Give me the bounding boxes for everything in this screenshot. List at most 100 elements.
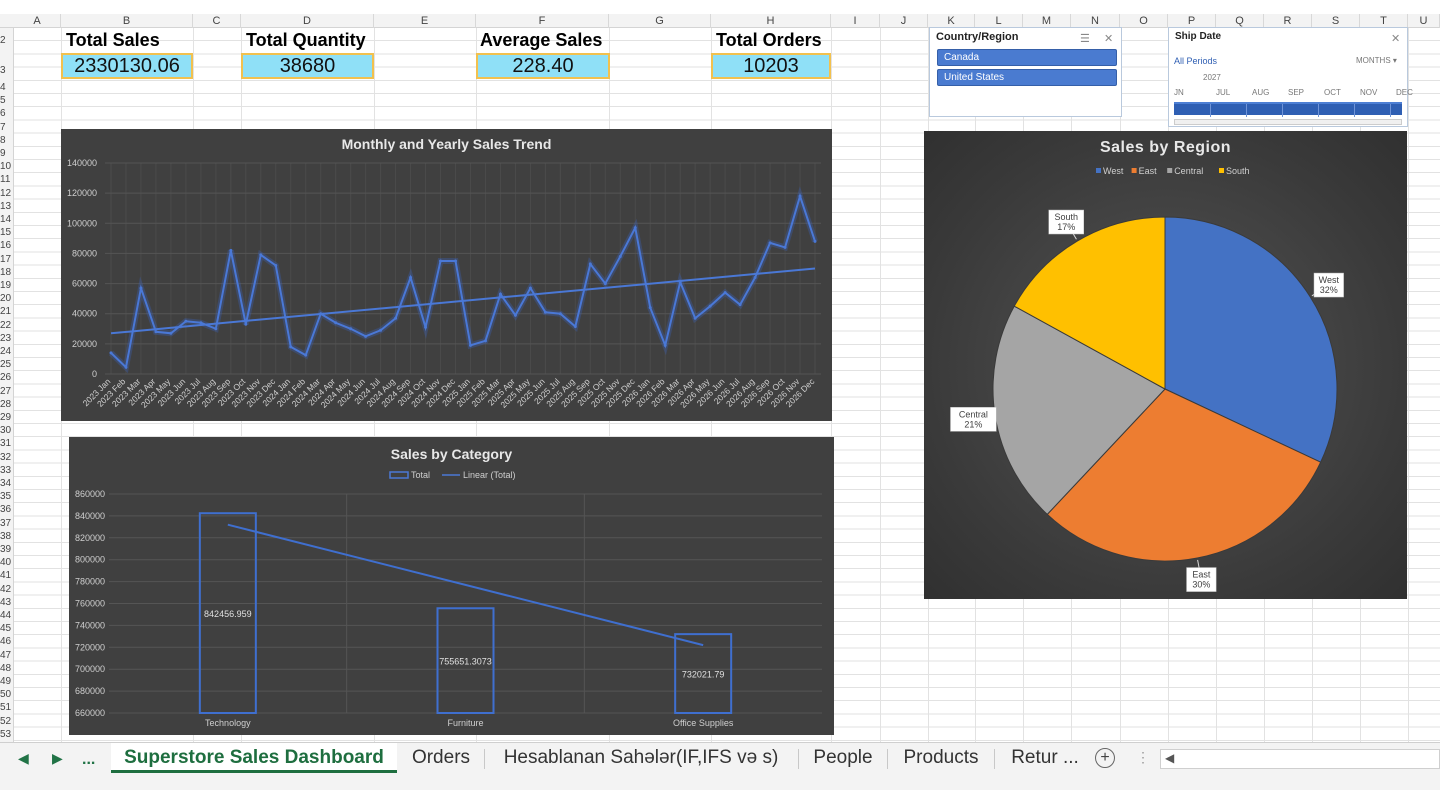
column-letter[interactable]: D bbox=[241, 14, 374, 28]
data-point[interactable] bbox=[364, 334, 368, 338]
row-number[interactable]: 33 bbox=[0, 465, 13, 476]
column-letter[interactable]: B bbox=[61, 14, 193, 28]
data-point[interactable] bbox=[693, 316, 697, 320]
row-number[interactable]: 46 bbox=[0, 636, 13, 647]
clear-filter-icon[interactable]: ✕ bbox=[1104, 32, 1113, 45]
row-number[interactable]: 53 bbox=[0, 729, 13, 740]
column-letter[interactable]: A bbox=[14, 14, 61, 28]
data-point[interactable] bbox=[109, 351, 113, 355]
data-point[interactable] bbox=[349, 327, 353, 331]
row-number[interactable]: 27 bbox=[0, 386, 13, 397]
more-sheets-button[interactable]: ... bbox=[82, 751, 95, 769]
column-letter[interactable]: J bbox=[880, 14, 928, 28]
row-number[interactable]: 3 bbox=[0, 65, 13, 76]
column-letter[interactable]: L bbox=[975, 14, 1023, 28]
data-point[interactable] bbox=[139, 286, 143, 290]
row-number[interactable]: 11 bbox=[0, 174, 13, 185]
tab-splitter-icon[interactable]: ⋮ bbox=[1136, 749, 1150, 766]
data-point[interactable] bbox=[573, 325, 577, 329]
row-number[interactable]: 39 bbox=[0, 544, 13, 555]
tab-products[interactable]: Products bbox=[895, 743, 987, 773]
row-number[interactable]: 18 bbox=[0, 267, 13, 278]
data-point[interactable] bbox=[738, 303, 742, 307]
trendline[interactable] bbox=[227, 523, 704, 647]
column-letter[interactable]: H bbox=[711, 14, 831, 28]
column-letter[interactable]: M bbox=[1023, 14, 1071, 28]
row-number[interactable]: 15 bbox=[0, 227, 13, 238]
row-number[interactable]: 17 bbox=[0, 254, 13, 265]
clear-filter-icon[interactable]: ✕ bbox=[1391, 32, 1400, 45]
row-number[interactable]: 52 bbox=[0, 716, 13, 727]
column-letter[interactable]: P bbox=[1168, 14, 1216, 28]
row-number[interactable]: 6 bbox=[0, 108, 13, 119]
column-letter[interactable]: N bbox=[1071, 14, 1120, 28]
data-point[interactable] bbox=[199, 321, 203, 325]
row-number[interactable]: 19 bbox=[0, 280, 13, 291]
scroll-left-icon[interactable]: ◀ bbox=[1165, 751, 1174, 765]
data-point[interactable] bbox=[289, 345, 293, 349]
data-point[interactable] bbox=[528, 286, 532, 290]
data-point[interactable] bbox=[603, 282, 607, 286]
data-point[interactable] bbox=[184, 319, 188, 323]
row-number[interactable]: 40 bbox=[0, 557, 13, 568]
row-number[interactable]: 7 bbox=[0, 122, 13, 133]
data-point[interactable] bbox=[409, 276, 413, 280]
tab-people[interactable]: People bbox=[806, 743, 880, 773]
data-point[interactable] bbox=[618, 254, 622, 258]
kpi-total-sales-value[interactable]: 2330130.06 bbox=[61, 53, 193, 79]
data-point[interactable] bbox=[259, 253, 263, 257]
row-number[interactable]: 26 bbox=[0, 372, 13, 383]
horizontal-scrollbar[interactable]: ◀ bbox=[1160, 749, 1440, 769]
row-number[interactable]: 51 bbox=[0, 702, 13, 713]
data-point[interactable] bbox=[439, 259, 443, 263]
prev-sheet-icon[interactable]: ◀ bbox=[18, 750, 29, 767]
row-number[interactable]: 36 bbox=[0, 504, 13, 515]
kpi-total-orders-value[interactable]: 10203 bbox=[711, 53, 831, 79]
row-number[interactable]: 41 bbox=[0, 570, 13, 581]
column-letter[interactable]: S bbox=[1312, 14, 1360, 28]
data-point[interactable] bbox=[394, 316, 398, 320]
column-letter[interactable]: C bbox=[193, 14, 241, 28]
column-letter[interactable]: F bbox=[476, 14, 609, 28]
data-point[interactable] bbox=[558, 312, 562, 316]
row-number[interactable]: 30 bbox=[0, 425, 13, 436]
timeline-bar[interactable] bbox=[1174, 102, 1402, 117]
row-number[interactable]: 22 bbox=[0, 320, 13, 331]
data-point[interactable] bbox=[483, 339, 487, 343]
row-number[interactable]: 8 bbox=[0, 135, 13, 146]
data-point[interactable] bbox=[768, 241, 772, 245]
data-point[interactable] bbox=[723, 291, 727, 295]
row-number[interactable]: 9 bbox=[0, 148, 13, 159]
data-point[interactable] bbox=[334, 321, 338, 325]
row-number[interactable]: 25 bbox=[0, 359, 13, 370]
data-point[interactable] bbox=[813, 239, 817, 243]
row-number[interactable]: 48 bbox=[0, 663, 13, 674]
column-letter[interactable]: I bbox=[831, 14, 880, 28]
row-number[interactable]: 44 bbox=[0, 610, 13, 621]
data-point[interactable] bbox=[379, 328, 383, 332]
row-number[interactable]: 23 bbox=[0, 333, 13, 344]
data-point[interactable] bbox=[633, 226, 637, 230]
country-region-slicer[interactable]: Country/Region ☰ ✕ Canada United States bbox=[929, 27, 1122, 117]
tab-calculated-fields[interactable]: Hesablanan Sahələr(IF,IFS və s) bbox=[495, 743, 787, 773]
column-letter[interactable]: T bbox=[1360, 14, 1408, 28]
data-point[interactable] bbox=[154, 330, 158, 334]
row-number[interactable]: 47 bbox=[0, 650, 13, 661]
data-point[interactable] bbox=[708, 304, 712, 308]
data-point[interactable] bbox=[454, 259, 458, 263]
sales-by-region-chart[interactable]: Sales by Region West East Central South West… bbox=[924, 131, 1407, 599]
kpi-total-quantity-value[interactable]: 38680 bbox=[241, 53, 374, 79]
row-number[interactable]: 37 bbox=[0, 518, 13, 529]
data-point[interactable] bbox=[229, 248, 233, 252]
data-point[interactable] bbox=[543, 310, 547, 314]
data-point[interactable] bbox=[783, 245, 787, 249]
row-number[interactable]: 32 bbox=[0, 452, 13, 463]
row-number[interactable]: 31 bbox=[0, 438, 13, 449]
slicer-item-united-states[interactable]: United States bbox=[937, 69, 1117, 86]
data-point[interactable] bbox=[588, 262, 592, 266]
row-number[interactable]: 10 bbox=[0, 161, 13, 172]
tab-orders[interactable]: Orders bbox=[400, 743, 482, 773]
data-point[interactable] bbox=[244, 322, 248, 326]
row-number[interactable]: 24 bbox=[0, 346, 13, 357]
series-line[interactable] bbox=[110, 192, 816, 370]
